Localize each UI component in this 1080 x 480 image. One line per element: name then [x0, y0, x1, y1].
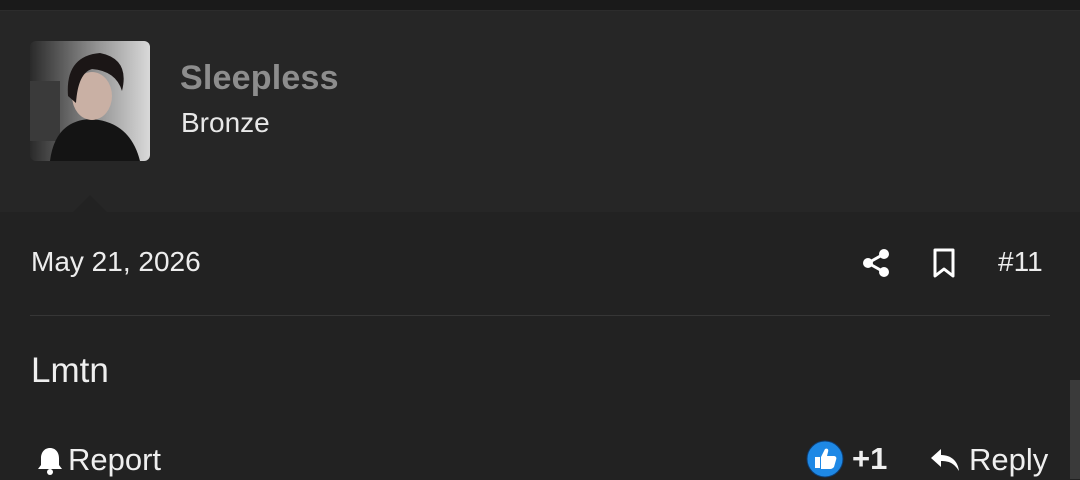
reply-button[interactable]: Reply [929, 440, 1048, 480]
user-rank: Bronze [181, 107, 270, 138]
thumbs-up-icon[interactable] [806, 440, 844, 478]
divider [30, 315, 1050, 316]
bookmark-icon [933, 248, 955, 278]
username[interactable]: Sleepless [180, 59, 339, 98]
top-bar [0, 0, 1080, 11]
avatar[interactable] [30, 41, 150, 161]
post-content: Lmtn [31, 351, 109, 390]
avatar-image [30, 41, 150, 161]
scrollbar[interactable] [1070, 380, 1080, 479]
bookmark-button[interactable] [927, 244, 961, 282]
bell-icon [38, 448, 62, 475]
post-number[interactable]: #11 [998, 246, 1043, 278]
share-icon [863, 249, 889, 277]
report-label: Report [68, 442, 162, 477]
post-date[interactable]: May 21, 2026 [31, 246, 201, 278]
header-pointer [62, 195, 118, 223]
report-button[interactable]: Report [36, 440, 161, 480]
reply-icon [931, 449, 959, 471]
user-header: Sleepless Bronze [0, 11, 1080, 223]
share-button[interactable] [857, 244, 895, 282]
reaction-count[interactable]: +1 [852, 441, 887, 477]
reply-label: Reply [969, 442, 1049, 477]
